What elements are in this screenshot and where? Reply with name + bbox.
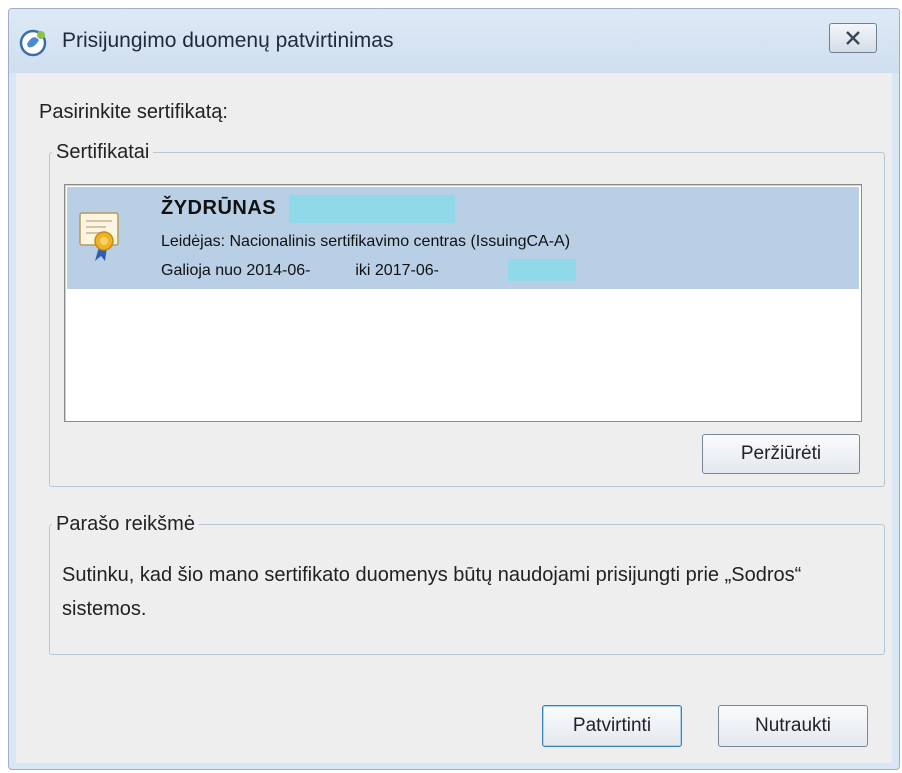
certificate-icon [79, 212, 119, 261]
dialog-content: Pasirinkite sertifikatą: Sertifikatai ŽY… [16, 73, 892, 763]
app-logo-icon [19, 29, 47, 57]
certificate-list-item[interactable]: ŽYDRŪNAS Leidėjas: Nacionalinis sertifik… [67, 187, 859, 289]
signature-value-group: Parašo reikšmė Sutinku, kad šio mano ser… [49, 513, 885, 655]
close-icon [846, 31, 860, 45]
certificate-confirmation-dialog: Prisijungimo duomenų patvirtinimas Pasir… [8, 8, 900, 770]
redacted-from-day [315, 261, 351, 281]
certificates-group: Sertifikatai ŽYDRŪNAS Leidėjas: Nacional [49, 141, 885, 487]
view-certificate-button[interactable]: Peržiūrėti [702, 434, 860, 474]
certificate-issuer: Leidėjas: Nacionalinis sertifikavimo cen… [161, 233, 571, 250]
certificates-legend: Sertifikatai [56, 141, 150, 163]
signature-text: Sutinku, kad šio mano sertifikato duomen… [62, 564, 802, 620]
window-title: Prisijungimo duomenų patvirtinimas [62, 29, 394, 52]
certificate-name: ŽYDRŪNAS [161, 197, 277, 219]
prompt-label: Pasirinkite sertifikatą: [39, 101, 228, 123]
signature-legend: Parašo reikšmė [56, 513, 195, 535]
close-button[interactable] [829, 23, 877, 53]
valid-to: iki 2017-06- [355, 262, 439, 280]
redacted-to-day [508, 259, 576, 281]
title-bar[interactable]: Prisijungimo duomenų patvirtinimas [9, 9, 899, 73]
confirm-button[interactable]: Patvirtinti [542, 705, 682, 747]
redacted-name [289, 195, 455, 223]
certificate-list[interactable]: ŽYDRŪNAS Leidėjas: Nacionalinis sertifik… [64, 184, 862, 422]
cancel-button[interactable]: Nutraukti [718, 705, 868, 747]
certificate-validity: Galioja nuo 2014-06- iki 2017-06- [161, 261, 439, 281]
valid-from: Galioja nuo 2014-06- [161, 262, 311, 280]
